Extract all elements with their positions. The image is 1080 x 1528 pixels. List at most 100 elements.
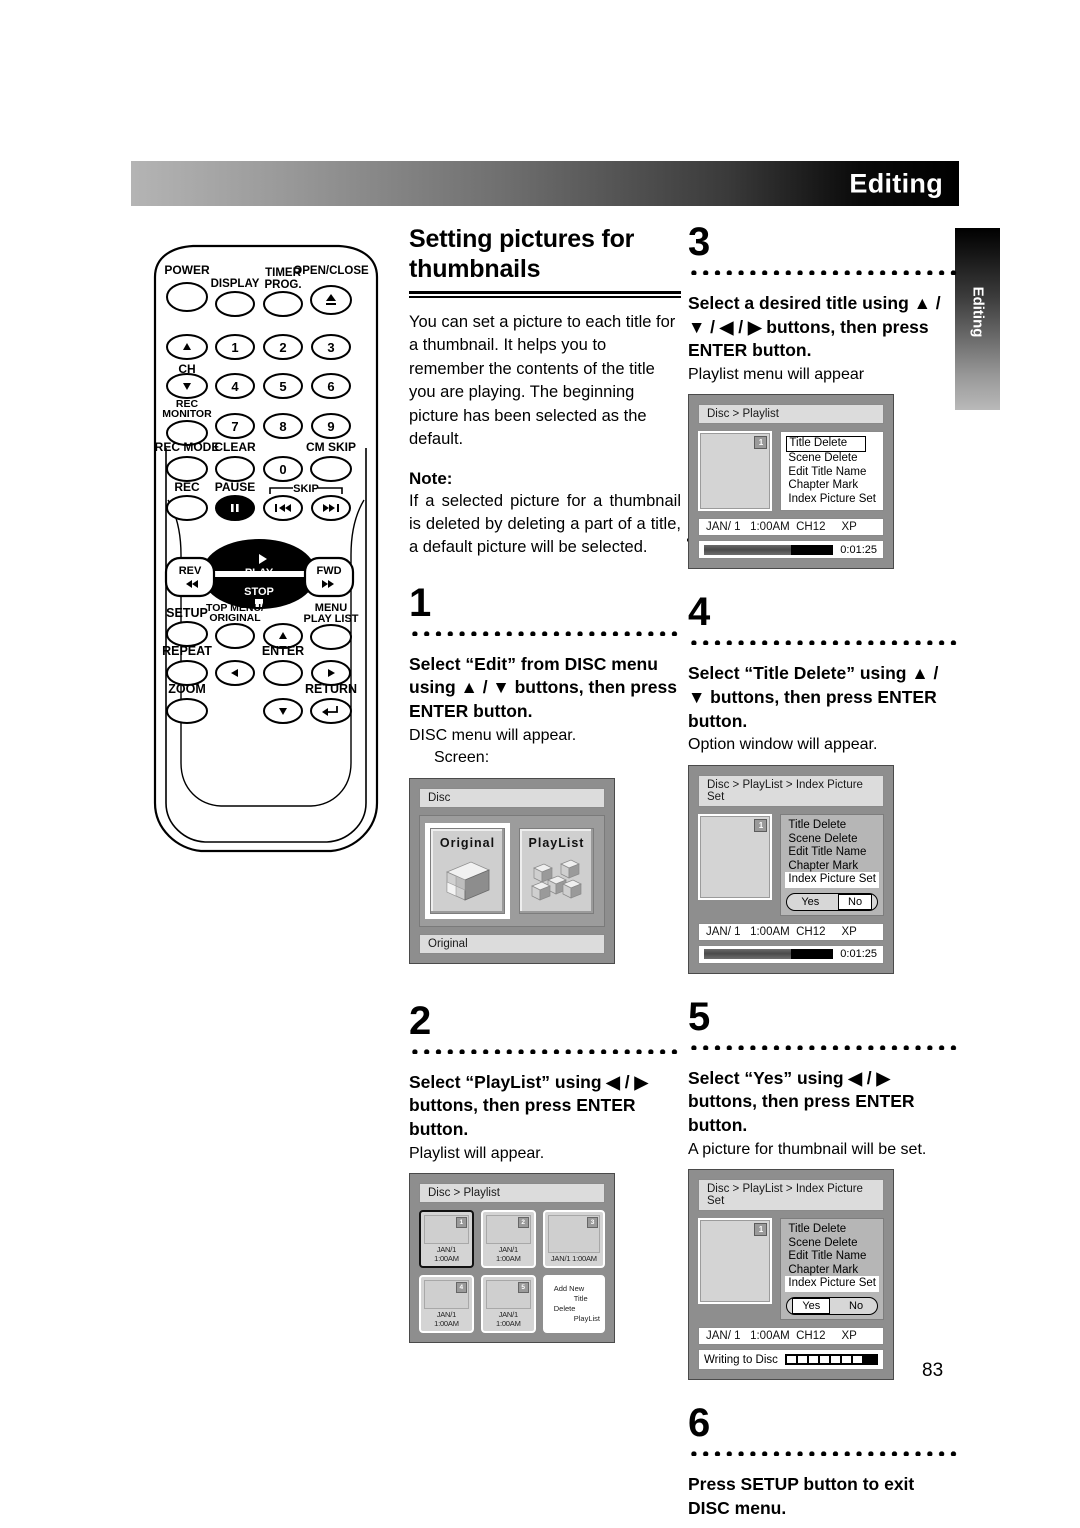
right-content-column: 3 Select a desired title using ▲ / ▼ / ◀…	[688, 220, 960, 1520]
disc-menu-status: Original	[419, 933, 605, 954]
remote-label-3: 3	[327, 340, 334, 355]
step-5-heading: Select “Yes” using ◀ / ▶ buttons, then p…	[688, 1067, 915, 1135]
menu-item-title-delete[interactable]: Title Delete	[786, 436, 867, 453]
writing-label: Writing to Disc	[704, 1353, 778, 1366]
section-title: Setting pictures for thumbnails	[409, 225, 635, 283]
step-1-number: 1	[409, 580, 431, 625]
remote-button-menu-playlist[interactable]	[310, 624, 352, 650]
action-add-new: Add New	[553, 1284, 585, 1294]
remote-button-fwd[interactable]	[303, 556, 355, 598]
menu-item-index-picture-set[interactable]: Index Picture Set	[786, 1277, 878, 1292]
playlist-cubes-icon	[530, 850, 584, 913]
step-6: 6 Press SETUP button to exit DISC menu.	[688, 1401, 960, 1520]
writing-body: 1 Title Delete Scene Delete Edit Title N…	[698, 1218, 884, 1321]
disc-card-playlist[interactable]: PlayList	[519, 827, 594, 914]
remote-label-timer-prog-line2: PROG.	[264, 279, 301, 291]
step-1: 1 Select “Edit” from DISC menu using ▲ /…	[409, 580, 681, 964]
menu-item-edit-title-name[interactable]: Edit Title Name	[786, 1250, 878, 1264]
menu-item-title-delete[interactable]: Title Delete	[786, 1223, 878, 1237]
pause-icon-bar-right	[236, 504, 239, 512]
playlist-cell-timestamp: JAN/1 1:00AM	[495, 1310, 521, 1329]
step-5-dotted-rule	[688, 1039, 960, 1050]
step-1-heading: Select “Edit” from DISC menu using ▲ / ▼…	[409, 653, 677, 722]
remote-label-return: RETURN	[305, 682, 357, 696]
index-picture-set-breadcrumb: Disc > PlayList > Index Picture Set	[698, 774, 884, 807]
progress-fill	[704, 544, 791, 555]
note-label: Note:	[409, 468, 453, 488]
step-2-heading: Select “PlayList” using ◀ / ▶ buttons, t…	[409, 1071, 648, 1140]
preview-thumbnail-badge: 1	[754, 436, 768, 450]
confirm-yes-button[interactable]: Yes	[792, 895, 828, 909]
remote-label-clear: CLEAR	[214, 440, 256, 454]
remote-button-power[interactable]	[166, 282, 208, 312]
playlist-cell[interactable]: 5 JAN/1 1:00AM	[480, 1275, 536, 1334]
confirm-yes-button[interactable]: Yes	[792, 1298, 831, 1315]
playlist-cell-thumbnail: 1	[424, 1215, 469, 1245]
remote-button-pause[interactable]	[215, 495, 255, 521]
remote-button-rec-mode[interactable]	[166, 456, 208, 482]
menu-item-index-picture-set[interactable]: Index Picture Set	[786, 873, 878, 887]
playlist-cell[interactable]: 4 JAN/1 1:00AM	[419, 1275, 474, 1334]
confirm-no-button[interactable]: No	[840, 1299, 872, 1313]
confirm-no-button[interactable]: No	[838, 893, 873, 910]
step-3-number: 3	[688, 220, 710, 264]
playlist-cell[interactable]: 1 JAN/1 1:00AM	[419, 1210, 474, 1269]
disc-card-original[interactable]: Original	[425, 822, 510, 919]
preview-thumbnail-badge: 1	[754, 818, 768, 832]
remote-button-rev[interactable]	[164, 556, 216, 598]
preview-thumbnail-badge: 1	[754, 1223, 768, 1237]
menu-item-chapter-mark[interactable]: Chapter Mark	[786, 1264, 878, 1278]
step-5: 5 Select “Yes” using ◀ / ▶ buttons, then…	[688, 997, 960, 1381]
menu-item-scene-delete[interactable]: Scene Delete	[786, 833, 878, 847]
menu-item-edit-title-name[interactable]: Edit Title Name	[786, 846, 878, 860]
remote-label-cm-skip: CM SKIP	[306, 440, 356, 454]
remote-label-1: 1	[231, 340, 238, 355]
menu-item-scene-delete[interactable]: Scene Delete	[786, 1237, 878, 1251]
remote-label-menu-playlist-line2: PLAY LIST	[303, 613, 358, 625]
menu-item-chapter-mark[interactable]: Chapter Mark	[786, 479, 878, 493]
remote-button-enter[interactable]	[263, 660, 303, 686]
remote-label-top-menu-line2: ORIGINAL	[209, 612, 261, 624]
remote-button-clear[interactable]	[215, 456, 255, 482]
menu-item-scene-delete[interactable]: Scene Delete	[786, 452, 878, 466]
remote-label-7: 7	[231, 419, 238, 434]
menu-item-edit-title-name[interactable]: Edit Title Name	[786, 466, 878, 480]
remote-button-return[interactable]	[310, 698, 352, 724]
remote-label-skip: SKIP	[293, 483, 319, 495]
remote-label-stop: STOP	[244, 586, 274, 598]
remote-button-rec[interactable]	[166, 495, 208, 521]
page-title: Editing	[849, 168, 943, 198]
playlist-cell-actions[interactable]: Add New Title Delete PlayList	[542, 1275, 605, 1334]
menu-item-title-delete[interactable]: Title Delete	[786, 819, 878, 833]
edit-option-menu: Title Delete Scene Delete Edit Title Nam…	[780, 1218, 884, 1321]
remote-button-top-menu-original[interactable]	[215, 623, 255, 649]
playlist-cell-timestamp: JAN/1 1:00AM	[495, 1245, 521, 1264]
playlist-cell-number: 1	[455, 1217, 467, 1229]
menu-item-chapter-mark[interactable]: Chapter Mark	[786, 860, 878, 874]
step-4-heading: Select “Title Delete” using ▲ / ▼ button…	[688, 663, 939, 731]
side-chapter-tab-label: Editing	[969, 286, 986, 338]
note-body: If a selected picture for a thumbnail is…	[409, 491, 681, 557]
menu-item-index-picture-set[interactable]: Index Picture Set	[786, 493, 878, 507]
action-title: Title	[573, 1294, 588, 1304]
remote-label-setup: SETUP	[166, 606, 208, 620]
action-delete: Delete	[553, 1304, 576, 1314]
playlist-cell-timestamp: JAN/1 1:00AM	[434, 1310, 459, 1329]
disc-menu-breadcrumb: Disc	[419, 787, 605, 808]
remote-button-setup[interactable]	[166, 621, 208, 647]
remote-label-rec-monitor-line2: MONITOR	[162, 408, 212, 420]
step-6-number: 6	[688, 1401, 710, 1446]
step-3-heading: Select a desired title using ▲ / ▼ / ◀ /…	[688, 293, 941, 361]
step-1-sub: DISC menu will appear.	[409, 726, 577, 744]
remote-button-timer-prog[interactable]	[263, 291, 303, 317]
playlist-cell[interactable]: 2 JAN/1 1:00AM	[480, 1210, 536, 1269]
remote-label-rev: REV	[179, 565, 202, 577]
remote-button-display[interactable]	[215, 291, 255, 317]
remote-button-cm-skip[interactable]	[310, 456, 352, 482]
writing-block	[830, 1356, 840, 1364]
remote-button-zoom[interactable]	[166, 698, 208, 724]
playlist-cell[interactable]: 3 JAN/1 1:00AM	[542, 1210, 605, 1269]
playlist-cell-timestamp: JAN/1 1:00AM	[550, 1254, 597, 1264]
original-cube-icon	[441, 850, 495, 913]
playlist-cell-number: 5	[517, 1282, 529, 1294]
